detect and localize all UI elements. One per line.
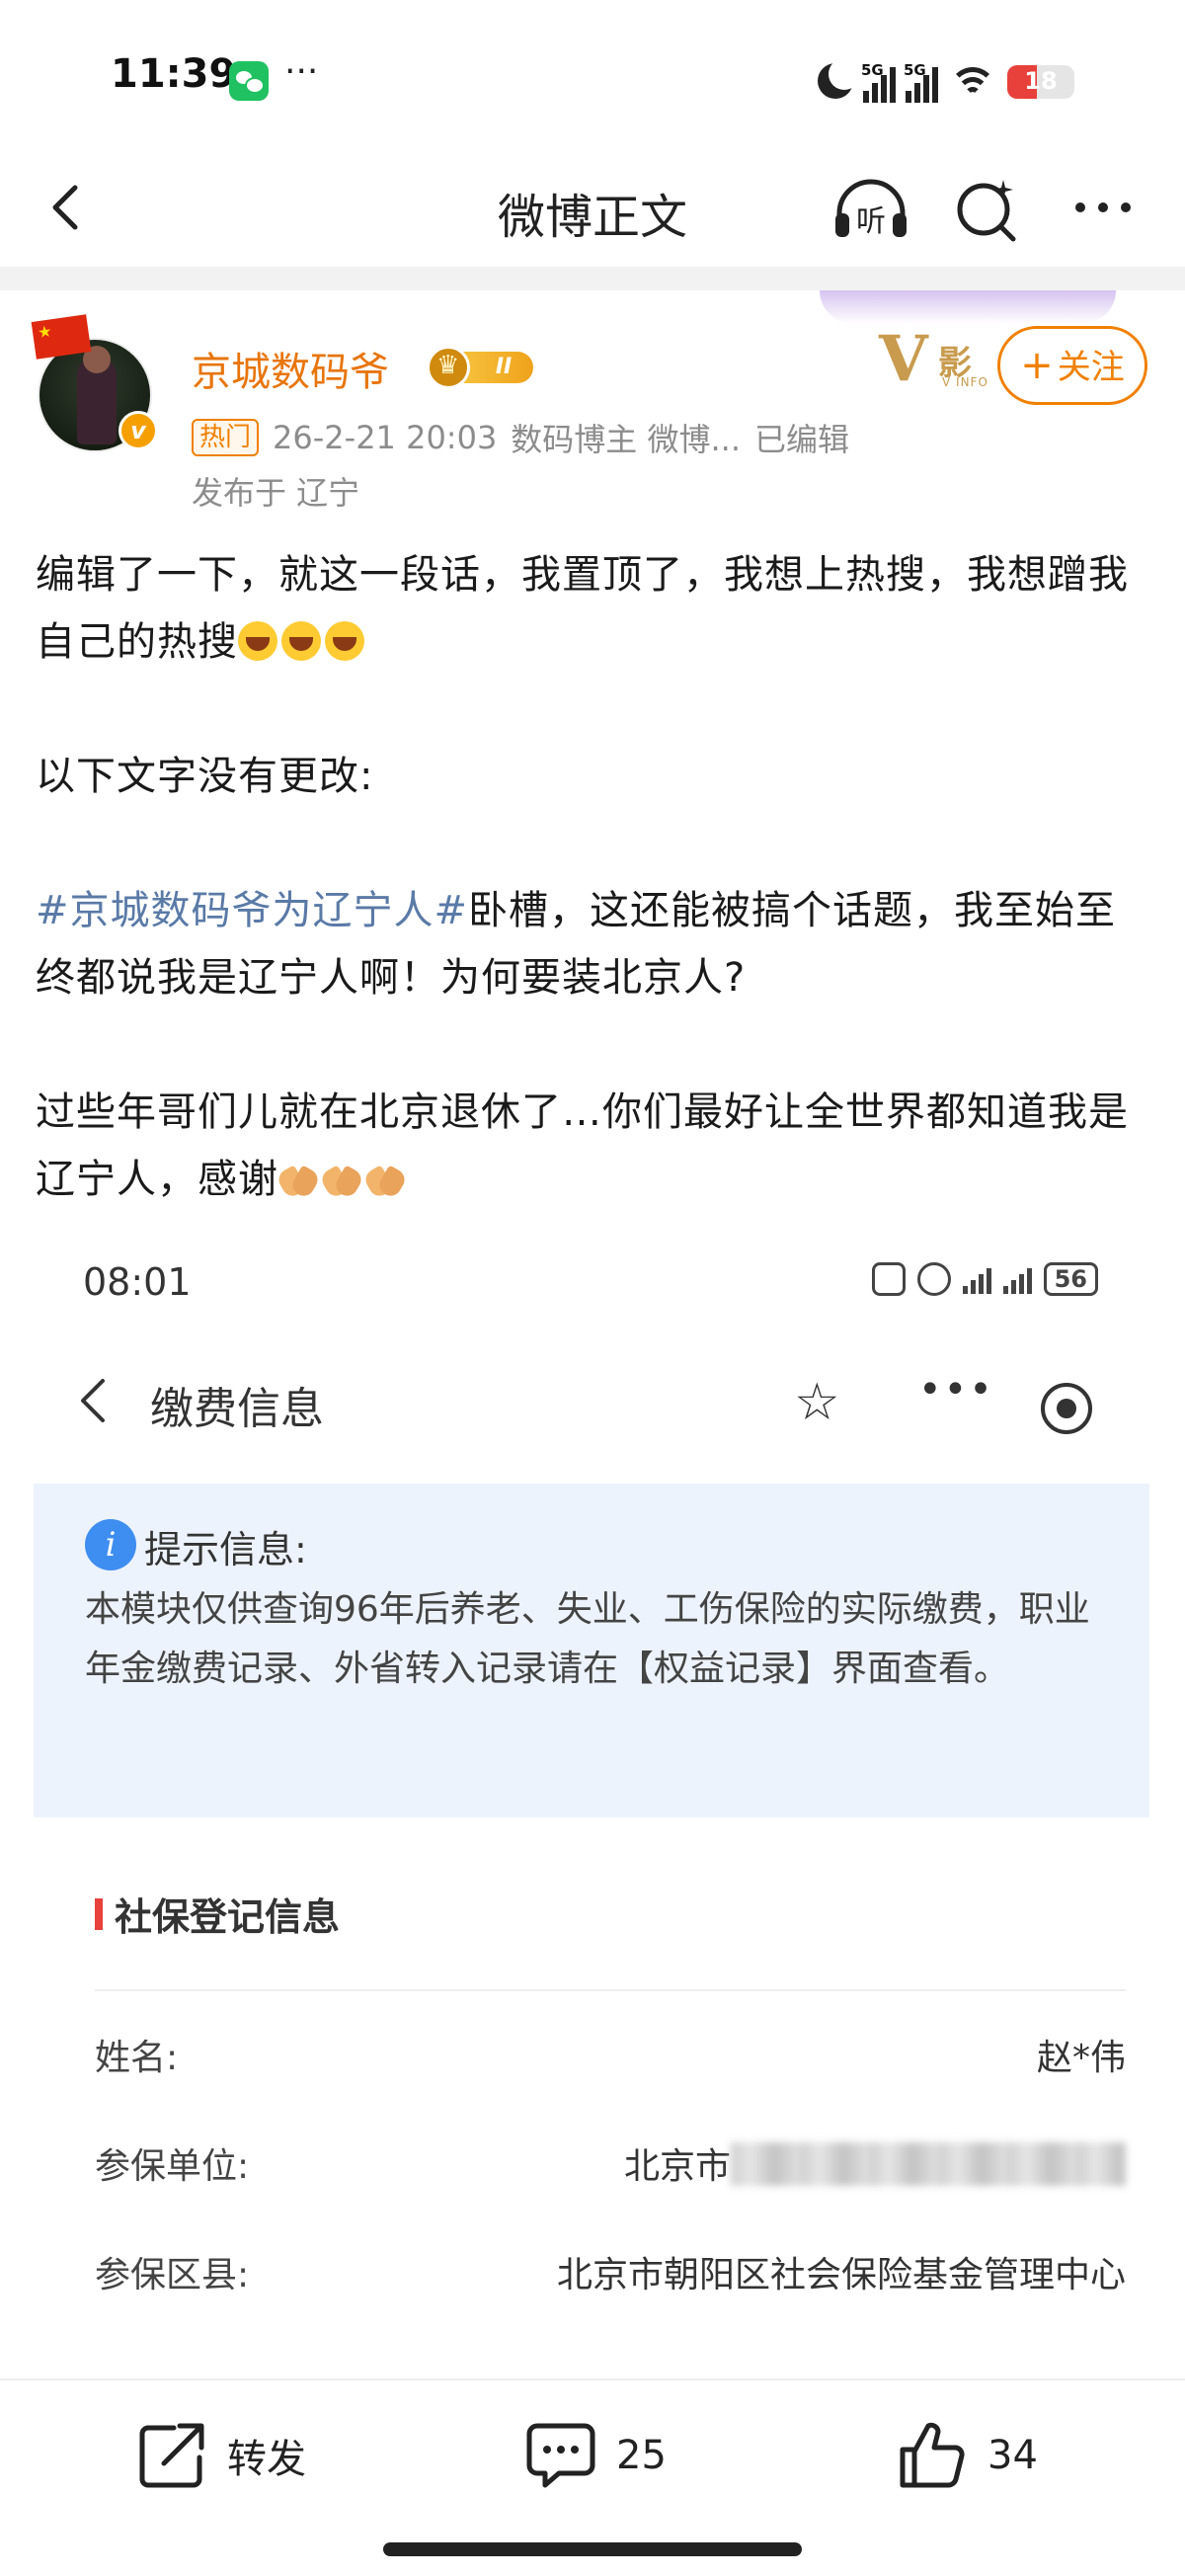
wifi-icon bbox=[948, 65, 997, 103]
star-icon: ☆ bbox=[794, 1373, 840, 1432]
tip-box: i 提示信息: 本模块仅供查询96年后养老、失业、工伤保险的实际缴费，职业年金缴… bbox=[34, 1484, 1149, 1817]
crown-icon bbox=[427, 346, 470, 389]
author-name[interactable]: 京城数码爷 bbox=[192, 340, 389, 397]
nfc-icon bbox=[871, 1262, 906, 1296]
topic-link[interactable]: #京城数码爷为辽宁人# bbox=[36, 888, 468, 933]
signal-icon bbox=[962, 1264, 991, 1294]
post-blank-line bbox=[36, 676, 1151, 743]
more-notifications-icon: ··· bbox=[284, 51, 319, 92]
folded-hands-emoji-icon bbox=[322, 1159, 361, 1198]
post-paragraph: 以下文字没有更改: bbox=[36, 754, 374, 799]
info-row: 参保区县: 北京市朝阳区社会保险基金管理中心 bbox=[95, 2246, 1126, 2305]
signal-icon: 5G bbox=[861, 61, 896, 103]
info-value: 北京市朝阳区社会保险基金管理中心 bbox=[556, 2255, 1126, 2295]
vip-glow bbox=[820, 290, 1116, 324]
vip-logo-v: V bbox=[879, 322, 928, 396]
like-button[interactable]: 34 bbox=[895, 2416, 1038, 2495]
info-value: 赵*伟 bbox=[1036, 2038, 1126, 2078]
like-count: 34 bbox=[988, 2433, 1038, 2478]
signal-icon bbox=[1002, 1264, 1032, 1294]
post-body: 编辑了一下，就这一段话，我置顶了，我想上热搜，我想蹭我自己的热搜 以下文字没有更… bbox=[36, 541, 1151, 1213]
image-status-time: 08:01 bbox=[83, 1260, 192, 1304]
chevron-left-icon bbox=[81, 1379, 105, 1422]
repost-button[interactable]: 转发 bbox=[134, 2416, 306, 2495]
nav-bar: 微博正文 听 bbox=[0, 148, 1185, 267]
level-badge[interactable]: II bbox=[427, 346, 535, 389]
follow-button[interactable]: + 关注 bbox=[997, 326, 1147, 405]
status-bar: 11:39 ··· 5G 5G 18 bbox=[0, 0, 1185, 148]
signal-icon: 5G bbox=[904, 61, 938, 103]
post-meta: 热门 26-2-21 20:03 数码博主 微博... 已编辑 bbox=[192, 415, 849, 460]
more-icon[interactable] bbox=[1068, 178, 1138, 237]
verified-icon: v bbox=[118, 411, 158, 450]
bottom-toolbar: 转发 25 34 bbox=[0, 2378, 1185, 2527]
post-image[interactable]: 08:01 56 缴费信息 ☆ ••• i 提示信息: 本模块仅供查询96年后养… bbox=[34, 1235, 1149, 2351]
redacted-blur bbox=[731, 2142, 1126, 2186]
signal-type-label: 5G bbox=[861, 61, 884, 79]
info-label: 姓名: bbox=[95, 2038, 179, 2078]
listen-button[interactable]: 听 bbox=[830, 174, 912, 243]
plus-icon: + bbox=[1020, 343, 1054, 388]
author-role: 数码博主 微博... bbox=[511, 421, 741, 458]
tip-title: 提示信息: bbox=[144, 1528, 307, 1571]
laughing-emoji-icon bbox=[325, 621, 364, 661]
post-blank-line bbox=[36, 1011, 1151, 1079]
info-label: 参保区县: bbox=[95, 2255, 250, 2295]
search-icon[interactable] bbox=[948, 174, 1027, 243]
post-paragraph: 过些年哥们儿就在北京退休了…你们最好让全世界都知道我是辽宁人，感谢 bbox=[36, 1089, 1129, 1202]
author-avatar[interactable]: v bbox=[31, 314, 164, 452]
post-blank-line bbox=[36, 810, 1151, 877]
battery-icon: 18 bbox=[1007, 65, 1074, 99]
share-icon bbox=[139, 2423, 204, 2488]
post-location: 发布于 辽宁 bbox=[192, 474, 360, 512]
signal-type-label: 5G bbox=[904, 61, 926, 79]
folded-hands-emoji-icon bbox=[365, 1159, 405, 1198]
tip-body: 本模块仅供查询96年后养老、失业、工伤保险的实际缴费，职业年金缴费记录、外省转入… bbox=[85, 1589, 1090, 1689]
listen-label: 听 bbox=[856, 204, 886, 239]
follow-label: 关注 bbox=[1057, 348, 1125, 387]
comment-button[interactable]: 25 bbox=[523, 2416, 667, 2495]
post-paragraph: #京城数码爷为辽宁人#卧槽，这还能被搞个话题，我至始至终都说我是辽宁人啊！为何要… bbox=[36, 888, 1117, 1001]
wechat-notification-icon bbox=[229, 61, 269, 101]
section-title: 社保登记信息 bbox=[115, 1895, 341, 1939]
info-label: 参保单位: bbox=[95, 2146, 250, 2187]
record-icon bbox=[1041, 1383, 1092, 1434]
home-indicator[interactable] bbox=[383, 2542, 802, 2556]
image-status-icons: 56 bbox=[871, 1262, 1098, 1296]
do-not-disturb-icon bbox=[818, 58, 860, 99]
image-page-title: 缴费信息 bbox=[150, 1384, 324, 1434]
folded-hands-emoji-icon bbox=[278, 1159, 318, 1198]
header-divider bbox=[0, 267, 1185, 290]
thumbs-up-icon bbox=[900, 2422, 965, 2488]
alarm-icon bbox=[916, 1262, 951, 1296]
laughing-emoji-icon bbox=[281, 621, 321, 661]
headphones-icon: 听 bbox=[835, 179, 907, 239]
section-marker bbox=[95, 1898, 103, 1930]
info-row: 参保单位: 北京市 bbox=[95, 2137, 1126, 2197]
repost-label: 转发 bbox=[227, 2437, 306, 2482]
info-value-redacted: 北京市 bbox=[624, 2137, 1126, 2189]
info-row: 姓名: 赵*伟 bbox=[95, 2029, 1126, 2088]
laughing-emoji-icon bbox=[238, 621, 277, 661]
hot-tag: 热门 bbox=[192, 419, 260, 456]
vip-logo-sub: V INFO bbox=[942, 375, 988, 389]
section-divider bbox=[95, 1989, 1126, 1991]
post-paragraph: 编辑了一下，就这一段话，我置顶了，我想上热搜，我想蹭我自己的热搜 bbox=[36, 552, 1129, 665]
post-time: 26-2-21 20:03 bbox=[273, 419, 498, 456]
flag-icon bbox=[31, 314, 92, 360]
status-time: 11:39 bbox=[111, 51, 237, 97]
battery-percent: 18 bbox=[1024, 67, 1058, 95]
info-icon: i bbox=[85, 1519, 136, 1570]
status-icons: 5G 5G 18 bbox=[818, 55, 1074, 103]
comment-count: 25 bbox=[616, 2433, 667, 2478]
edited-label[interactable]: 已编辑 bbox=[754, 415, 849, 460]
vip-logo: V 影 V INFO bbox=[879, 322, 1007, 396]
more-icon: ••• bbox=[918, 1367, 994, 1412]
comment-icon bbox=[526, 2423, 595, 2488]
level-label: II bbox=[495, 355, 513, 379]
image-battery: 56 bbox=[1043, 1262, 1098, 1296]
